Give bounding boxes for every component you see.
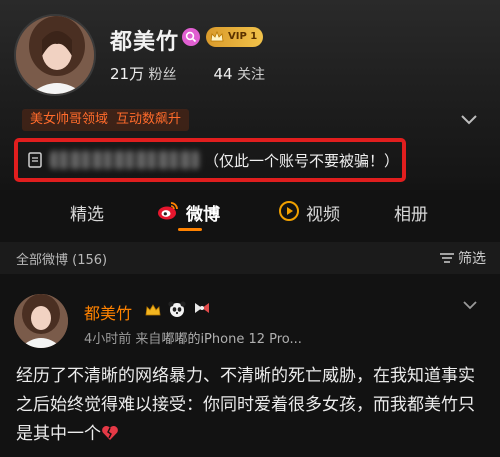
- chevron-down-icon[interactable]: [460, 112, 478, 126]
- note-icon: [28, 152, 42, 168]
- broken-heart-icon: [102, 426, 118, 440]
- tab-video[interactable]: 视频: [306, 200, 340, 225]
- post-avatar[interactable]: [14, 294, 68, 348]
- search-badge-icon[interactable]: [182, 28, 200, 46]
- vip-label: VIP 1: [228, 31, 258, 42]
- post-card[interactable]: 都美竹 4小时前 来自嘟嘟的iPhone 12 Pro... 经历了不清晰的网络…: [0, 282, 500, 457]
- profile-note-highlight: （仅此一个账号不要被骗！）: [14, 138, 406, 182]
- caret-down-icon[interactable]: [462, 300, 478, 310]
- weibo-icon: [158, 202, 178, 220]
- panda-icon: [168, 301, 186, 317]
- tab-album[interactable]: 相册: [394, 200, 428, 225]
- profile-name: 都美竹: [110, 30, 180, 55]
- filter-button[interactable]: 筛选: [439, 248, 486, 268]
- crown-badge-icon: [145, 304, 161, 316]
- following-label[interactable]: 关注: [237, 67, 265, 83]
- profile-tabs: 精选 微博 视频 相册: [0, 190, 500, 234]
- all-posts-count[interactable]: 全部微博 (156): [16, 249, 107, 268]
- post-badges: [144, 300, 212, 322]
- interaction-tag: 互动数飙升: [116, 112, 182, 127]
- followers-count[interactable]: 21万: [110, 65, 144, 83]
- followers-label[interactable]: 粉丝: [149, 67, 177, 83]
- post-text: 经历了不清晰的网络暴力、不清晰的死亡威胁，在我知道事实之后始终觉得难以接受：你同…: [16, 366, 475, 444]
- avatar[interactable]: [14, 14, 96, 96]
- vip-crown-icon: [210, 30, 224, 42]
- bow-icon: [195, 303, 210, 313]
- post-source-device[interactable]: 嘟嘟的iPhone 12 Pro...: [161, 332, 301, 347]
- profile-note-text: （仅此一个账号不要被骗！）: [204, 152, 400, 170]
- vip-badge[interactable]: VIP 1: [206, 27, 264, 47]
- filter-icon: [440, 253, 454, 263]
- following-count[interactable]: 44: [213, 65, 232, 83]
- post-meta: 4小时前 来自嘟嘟的iPhone 12 Pro...: [84, 328, 302, 347]
- field-tag: 美女帅哥领域: [30, 112, 109, 127]
- post-body: 经历了不清晰的网络暴力、不清晰的死亡威胁，在我知道事实之后始终觉得难以接受：你同…: [16, 362, 486, 449]
- post-filter-bar: 全部微博 (156) 筛选: [0, 242, 500, 274]
- blurred-account-text: [50, 151, 200, 169]
- tab-featured[interactable]: 精选: [70, 200, 104, 225]
- post-time: 4小时前: [84, 332, 132, 347]
- profile-stats: 21万 粉丝 44 关注: [110, 63, 265, 84]
- post-author[interactable]: 都美竹: [84, 300, 132, 324]
- tab-weibo[interactable]: 微博: [186, 200, 220, 225]
- post-source-prefix: 来自: [135, 332, 162, 347]
- filter-label: 筛选: [458, 251, 486, 267]
- field-tags[interactable]: 美女帅哥领域 互动数飙升: [22, 109, 190, 131]
- video-icon: [279, 201, 299, 221]
- active-tab-indicator: [178, 228, 202, 231]
